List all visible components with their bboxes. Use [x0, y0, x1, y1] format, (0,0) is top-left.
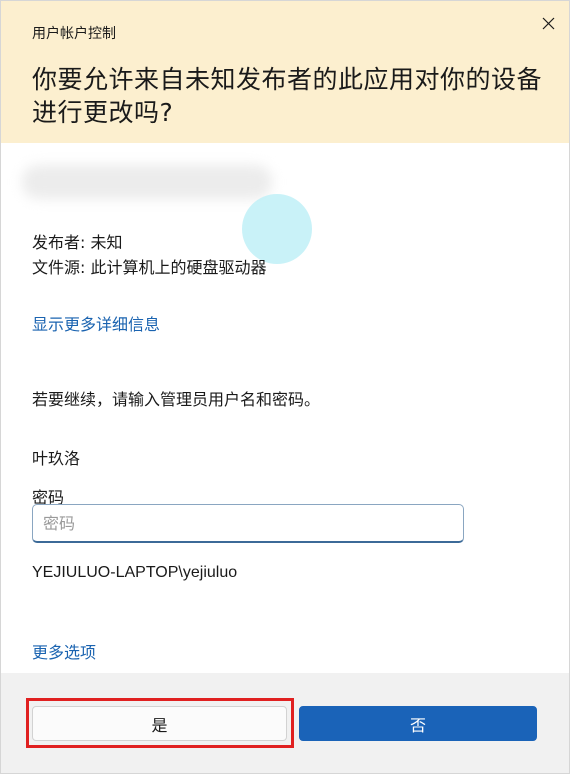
close-icon: [542, 17, 555, 30]
file-source-text: 文件源: 此计算机上的硬盘驱动器: [32, 258, 267, 277]
show-details-link[interactable]: 显示更多详细信息: [32, 311, 160, 335]
uac-dialog: 用户帐户控制 你要允许来自未知发布者的此应用对你的设备进行更改吗? 发布者: 未…: [0, 0, 570, 774]
window-title: 用户帐户控制: [32, 26, 116, 42]
dialog-question: 你要允许来自未知发布者的此应用对你的设备进行更改吗?: [32, 65, 543, 127]
dialog-header: 用户帐户控制 你要允许来自未知发布者的此应用对你的设备进行更改吗?: [1, 1, 569, 143]
publisher-text: 发布者: 未知: [32, 233, 123, 252]
app-name-redacted: [22, 165, 272, 199]
yes-button[interactable]: 是: [32, 706, 287, 741]
admin-username: 叶玖洛: [32, 449, 81, 468]
domain-user-text: YEJIULUO-LAPTOP\yejiuluo: [32, 564, 238, 581]
credential-instruction: 若要继续，请输入管理员用户名和密码。: [32, 390, 321, 409]
close-button[interactable]: [530, 7, 566, 39]
yes-button-label: 是: [151, 715, 168, 735]
password-field[interactable]: [32, 504, 464, 543]
no-button-label: 否: [409, 715, 426, 735]
no-button[interactable]: 否: [299, 706, 537, 741]
more-options-link[interactable]: 更多选项: [32, 639, 96, 663]
